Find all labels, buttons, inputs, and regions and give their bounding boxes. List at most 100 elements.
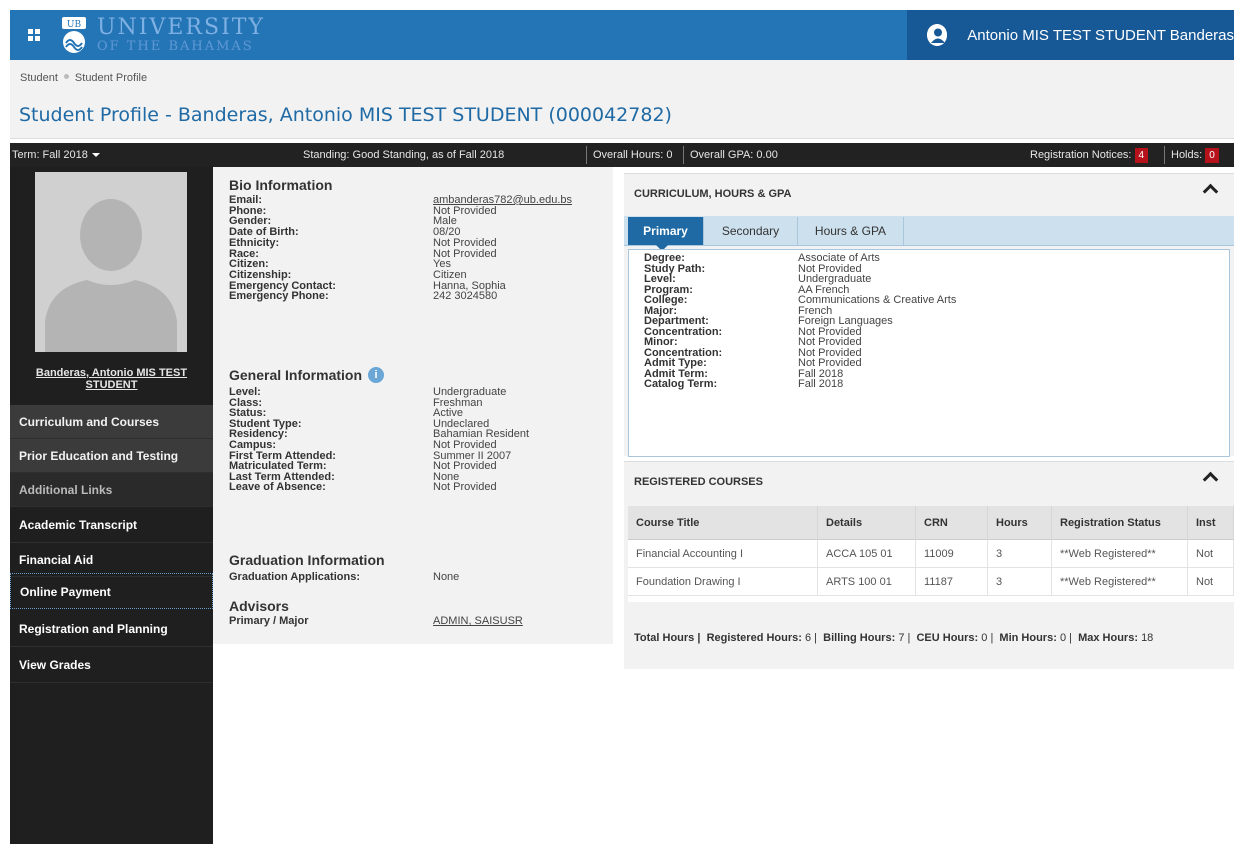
registered-hours-label: Registered Hours: bbox=[706, 632, 802, 644]
collapse-chevron-icon[interactable] bbox=[1202, 183, 1219, 200]
sidebar-item-curriculum-and-courses[interactable]: Curriculum and Courses bbox=[10, 405, 213, 439]
holds-label: Holds: bbox=[1171, 149, 1203, 161]
min-hours-value: 0 bbox=[1059, 632, 1067, 644]
divider bbox=[586, 146, 587, 164]
standing-text: Standing: Good Standing, as of Fall 2018 bbox=[303, 149, 505, 161]
user-menu[interactable]: Antonio MIS TEST STUDENT Banderas bbox=[907, 10, 1234, 60]
hours-totals: Total Hours | Registered Hours: 6 | Bill… bbox=[634, 632, 1154, 644]
sidebar-item-financial-aid[interactable]: Financial Aid bbox=[10, 543, 213, 577]
total-hours-label: Total Hours | bbox=[634, 632, 701, 644]
registered-courses-panel: REGISTERED COURSES Course Title Financial… bbox=[624, 461, 1234, 669]
table-cell: 3 bbox=[988, 540, 1052, 568]
min-hours-label: Min Hours: bbox=[999, 632, 1057, 644]
advisor-row: Primary / Major ADMIN, SAISUSR bbox=[229, 615, 609, 627]
app-root: UB UNIVERSITY OF THE BAHAMAS Antonio MIS… bbox=[0, 0, 1234, 844]
table-cell: **Web Registered** bbox=[1052, 540, 1188, 568]
general-label: Leave of Absence: bbox=[229, 481, 326, 494]
divider bbox=[683, 146, 684, 164]
curriculum-label: Catalog Term: bbox=[644, 378, 718, 390]
curriculum-value: Fall 2018 bbox=[798, 378, 844, 390]
sidebar-item-registration-planning[interactable]: Registration and Planning bbox=[10, 611, 213, 647]
graduation-value: None bbox=[433, 571, 460, 583]
logo-line1: UNIVERSITY bbox=[97, 15, 265, 40]
bio-row: Emergency Phone: 242 3024580 bbox=[229, 290, 609, 302]
advisor-label: Primary / Major bbox=[229, 615, 309, 627]
table-cell: 11187 bbox=[916, 568, 988, 596]
info-icon[interactable]: i bbox=[368, 367, 384, 383]
page-title: Student Profile - Banderas, Antonio MIS … bbox=[19, 104, 672, 126]
term-selector[interactable]: Term: Fall 2018 bbox=[12, 143, 100, 167]
graduation-row: Graduation Applications: None bbox=[229, 571, 609, 583]
advisors-heading: Advisors bbox=[229, 598, 289, 614]
sidebar-item-online-payment[interactable]: Online Payment bbox=[10, 573, 213, 609]
breadcrumb-student[interactable]: Student bbox=[20, 72, 58, 84]
user-avatar-icon bbox=[927, 24, 948, 46]
app-grid-icon[interactable] bbox=[28, 29, 40, 41]
breadcrumb: Student Student Profile bbox=[10, 60, 1234, 94]
table-cell: Financial Accounting I bbox=[628, 540, 818, 568]
curriculum-details: Degree: Associate of Arts Study Path: Not P… bbox=[628, 249, 1230, 457]
column-header[interactable]: CRN bbox=[916, 506, 988, 540]
overall-hours: Overall Hours: 0 bbox=[593, 149, 673, 161]
bio-heading: Bio Information bbox=[229, 177, 333, 193]
tab-primary[interactable]: Primary bbox=[628, 217, 704, 251]
user-name: Antonio MIS TEST STUDENT Banderas bbox=[967, 26, 1234, 44]
registration-notices[interactable]: Registration Notices: 4 bbox=[1030, 143, 1149, 167]
tab-hours-gpa[interactable]: Hours & GPA bbox=[798, 217, 904, 245]
overall-gpa: Overall GPA: 0.00 bbox=[690, 149, 778, 161]
term-label: Term: Fall 2018 bbox=[12, 149, 88, 161]
table-cell: Foundation Drawing I bbox=[628, 568, 818, 596]
bio-label: Emergency Phone: bbox=[229, 290, 329, 303]
curriculum-row: Catalog Term: Fall 2018 bbox=[644, 378, 1204, 390]
bio-value: 242 3024580 bbox=[433, 290, 498, 303]
registration-notices-badge: 4 bbox=[1134, 148, 1149, 163]
university-logo[interactable]: UB UNIVERSITY OF THE BAHAMAS bbox=[57, 14, 265, 56]
billing-hours-label: Billing Hours: bbox=[823, 632, 896, 644]
column-header[interactable]: Course Title bbox=[628, 506, 818, 540]
general-value: Not Provided bbox=[433, 481, 497, 494]
graduation-label: Graduation Applications: bbox=[229, 571, 360, 583]
curriculum-panel: CURRICULUM, HOURS & GPA Primary Secondar… bbox=[624, 173, 1234, 457]
graduation-heading: Graduation Information bbox=[229, 552, 385, 568]
left-sidebar: Banderas, Antonio MIS TEST STUDENT Curri… bbox=[10, 167, 213, 844]
student-photo-placeholder bbox=[35, 172, 187, 352]
table-cell: Not bbox=[1188, 540, 1234, 568]
general-heading: General Information bbox=[229, 367, 363, 383]
table-cell: 3 bbox=[988, 568, 1052, 596]
divider bbox=[1164, 146, 1165, 164]
table-cell: 11009 bbox=[916, 540, 988, 568]
university-crest-icon: UB bbox=[57, 15, 91, 55]
column-header[interactable]: Hours bbox=[988, 506, 1052, 540]
curriculum-tabs: Primary Secondary Hours & GPA bbox=[624, 216, 1234, 251]
sidebar-item-prior-education[interactable]: Prior Education and Testing bbox=[10, 439, 213, 473]
max-hours-value: 18 bbox=[1141, 632, 1154, 644]
collapse-chevron-icon[interactable] bbox=[1202, 471, 1219, 488]
curriculum-panel-title: CURRICULUM, HOURS & GPA bbox=[634, 188, 792, 200]
tab-secondary[interactable]: Secondary bbox=[704, 217, 798, 245]
chevron-down-icon bbox=[91, 153, 100, 158]
column-header[interactable]: Inst bbox=[1188, 506, 1234, 540]
billing-hours-value: 7 bbox=[898, 632, 905, 644]
advisor-value[interactable]: ADMIN, SAISUSR bbox=[433, 615, 523, 627]
sidebar-item-view-grades[interactable]: View Grades bbox=[10, 647, 213, 683]
student-name-link[interactable]: Banderas, Antonio MIS TEST STUDENT bbox=[10, 367, 213, 391]
holds-badge: 0 bbox=[1205, 148, 1219, 163]
table-cell: ACCA 105 01 bbox=[818, 540, 916, 568]
column-header[interactable]: Details bbox=[818, 506, 916, 540]
logo-line2: OF THE BAHAMAS bbox=[97, 39, 254, 54]
courses-panel-title: REGISTERED COURSES bbox=[634, 476, 763, 488]
courses-table: Course Title Financial Accounting I Founda… bbox=[628, 506, 1234, 602]
breadcrumb-separator bbox=[63, 74, 69, 79]
logo-badge-text: UB bbox=[67, 20, 82, 30]
sidebar-item-academic-transcript[interactable]: Academic Transcript bbox=[10, 507, 213, 543]
holds[interactable]: Holds: 0 bbox=[1171, 143, 1219, 167]
general-row: Leave of Absence: Not Provided bbox=[229, 481, 609, 493]
ceu-hours-label: CEU Hours: bbox=[916, 632, 979, 644]
table-cell: ARTS 100 01 bbox=[818, 568, 916, 596]
ceu-hours-value: 0 bbox=[981, 632, 988, 644]
registration-notices-label: Registration Notices: bbox=[1030, 149, 1132, 161]
table-cell: **Web Registered** bbox=[1052, 568, 1188, 596]
column-header[interactable]: Registration Status bbox=[1052, 506, 1188, 540]
breadcrumb-student-profile: Student Profile bbox=[74, 72, 148, 84]
title-bar: Student Profile - Banderas, Antonio MIS … bbox=[10, 94, 1234, 139]
